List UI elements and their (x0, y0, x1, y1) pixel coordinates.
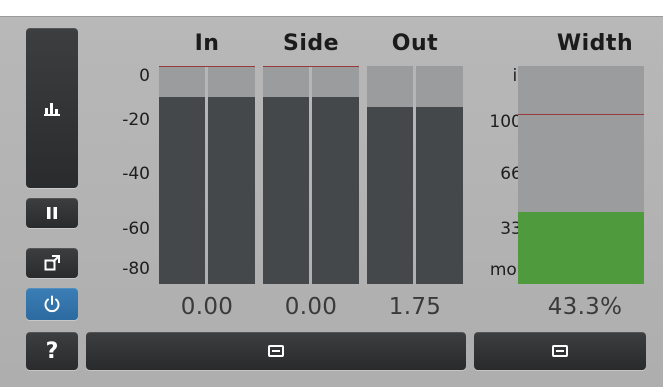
db-scale-label: -60 (122, 219, 150, 239)
meter-side-left (263, 66, 309, 284)
width-100-marker (518, 114, 644, 115)
meter-in-right (208, 66, 255, 284)
db-scale-label: -80 (122, 259, 150, 279)
value-in: 0.00 (180, 294, 234, 320)
expand-icon (268, 345, 284, 357)
expand-icon (552, 345, 568, 357)
pause-button[interactable] (26, 198, 78, 228)
expand-meters-button[interactable] (86, 332, 466, 370)
bar-chart-icon (44, 103, 60, 116)
meter-fill (159, 96, 205, 284)
pause-icon (47, 207, 57, 219)
value-width: 43.3% (547, 294, 623, 320)
meter-side-right (312, 66, 359, 284)
width-meter-fill (518, 212, 644, 284)
power-icon (44, 295, 60, 313)
width-meter (518, 66, 644, 284)
popout-icon (44, 255, 60, 271)
meter-fill (312, 96, 359, 284)
meter-fill (367, 107, 413, 284)
header-width: Width (556, 31, 634, 56)
meter-out-right (416, 66, 463, 284)
meter-out-left (367, 66, 413, 284)
zero-db-line (263, 66, 359, 67)
popout-button[interactable] (26, 248, 78, 278)
header-out: Out (391, 31, 439, 56)
meter-fill (208, 96, 255, 284)
meter-fill (416, 107, 463, 284)
header-in: In (194, 31, 220, 56)
header-side: Side (282, 31, 340, 56)
meter-in-left (159, 66, 205, 284)
db-scale-label: -20 (122, 110, 150, 130)
help-icon: ? (45, 338, 59, 364)
value-out: 1.75 (388, 294, 442, 320)
power-button[interactable] (26, 288, 78, 320)
expand-width-button[interactable] (474, 332, 646, 370)
top-strip (0, 0, 663, 17)
db-scale-label: 0 (139, 66, 150, 86)
value-side: 0.00 (284, 294, 338, 320)
db-scale-label: -40 (122, 164, 150, 184)
help-button[interactable]: ? (26, 332, 78, 370)
zero-db-line (159, 66, 255, 67)
meter-view-button[interactable] (26, 28, 78, 188)
meter-fill (263, 96, 309, 284)
